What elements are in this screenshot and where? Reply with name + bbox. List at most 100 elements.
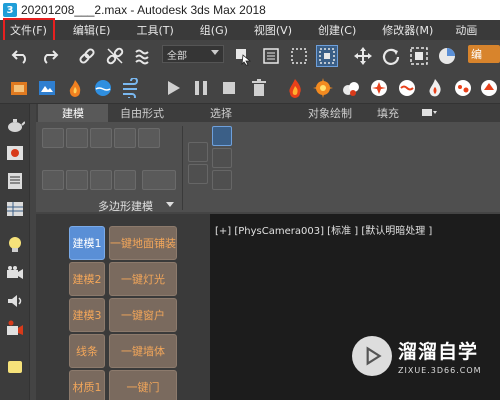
watermark-url: ZIXUE.3D66.COM	[398, 366, 482, 375]
effect-burst-icon[interactable]	[312, 77, 334, 99]
bind-space-warp-icon[interactable]	[132, 45, 154, 67]
effect-fire-icon[interactable]	[284, 77, 306, 99]
effect-water-icon[interactable]	[396, 77, 418, 99]
water-icon[interactable]	[92, 77, 114, 99]
ribbon-side-2-button[interactable]	[188, 164, 208, 184]
tab-modeling[interactable]: 建模	[38, 104, 108, 122]
plugin-modeling-1-button[interactable]: 建模1	[69, 226, 105, 260]
plugin-modeling-2-button[interactable]: 建模2	[69, 262, 105, 296]
move-icon[interactable]	[352, 45, 374, 67]
tab-freeform[interactable]: 自由形式	[114, 104, 170, 122]
vertex-mode-button[interactable]	[42, 128, 64, 148]
3dsmax-app-icon[interactable]: 3	[3, 3, 17, 17]
menu-group[interactable]: 组(G)	[200, 20, 228, 40]
element-mode-button[interactable]	[138, 128, 160, 148]
chevron-down-icon	[211, 50, 219, 55]
render-setup-icon[interactable]	[8, 77, 30, 99]
rect-region-icon[interactable]	[288, 45, 310, 67]
menu-tools[interactable]: 工具(T)	[136, 20, 173, 40]
rotate-icon[interactable]	[380, 45, 402, 67]
selection-filter-dropdown[interactable]: 全部	[162, 45, 224, 63]
ribbon-tool-5-button[interactable]	[142, 170, 176, 190]
undo-icon[interactable]	[10, 45, 32, 67]
watermark-logo-icon	[352, 336, 392, 376]
plugin-window-button[interactable]: 一键窗户	[109, 298, 177, 332]
wind-icon[interactable]	[120, 77, 142, 99]
tab-object-paint[interactable]: 对象绘制	[298, 104, 362, 122]
edit-named-selection-button[interactable]: 编	[468, 45, 500, 63]
effect-flame-icon[interactable]	[424, 77, 446, 99]
ribbon-tool-2-button[interactable]	[66, 170, 88, 190]
light-bulb-icon[interactable]	[4, 234, 26, 256]
chevron-down-icon	[166, 202, 174, 207]
watermark: 溜溜自学 ZIXUE.3D66.COM	[352, 322, 497, 390]
ribbon-side-1-button[interactable]	[188, 142, 208, 162]
effect-extra-icon[interactable]	[478, 77, 500, 99]
menu-views[interactable]: 视图(V)	[254, 20, 292, 40]
file-menu-highlight-box	[3, 18, 55, 42]
stop-icon[interactable]	[218, 77, 240, 99]
redo-icon[interactable]	[38, 45, 60, 67]
selection-filter-value: 全部	[167, 50, 187, 62]
ribbon-side-active-button[interactable]	[212, 126, 232, 146]
plugin-material-1-button[interactable]: 材质1	[69, 370, 105, 400]
plugin-lighting-button[interactable]: 一键灯光	[109, 262, 177, 296]
title-bar: 3 20201208___2.max - Autodesk 3ds Max 20…	[0, 0, 500, 20]
menu-modifiers[interactable]: 修改器(M)	[382, 20, 433, 40]
render-frame-icon[interactable]	[4, 142, 26, 164]
plugin-wall-button[interactable]: 一键墙体	[109, 334, 177, 368]
effect-dust-icon[interactable]	[452, 77, 474, 99]
grid-panel-icon[interactable]	[4, 198, 26, 220]
plugin-door-button[interactable]: 一键门	[109, 370, 177, 400]
ribbon-group-label[interactable]: 多边形建模	[98, 198, 153, 214]
ribbon-side-3-button[interactable]	[212, 148, 232, 168]
app-window: 3 20201208___2.max - Autodesk 3ds Max 20…	[0, 0, 500, 400]
command-panel-strip	[0, 104, 30, 400]
ribbon-body: 多边形建模	[36, 122, 500, 214]
viewport-label[interactable]: [+] [PhysCamera003] [标准 ] [默认明暗处理 ]	[215, 222, 432, 237]
menu-create[interactable]: 创建(C)	[318, 20, 356, 40]
camera-icon[interactable]	[4, 262, 26, 284]
tab-selection[interactable]: 选择	[196, 104, 246, 122]
watermark-name: 溜溜自学	[398, 341, 479, 363]
menu-edit[interactable]: 编辑(E)	[73, 20, 111, 40]
ribbon-options-button[interactable]	[414, 104, 444, 122]
ribbon-divider	[182, 126, 183, 210]
ribbon-side-4-button[interactable]	[212, 170, 232, 190]
play-icon[interactable]	[162, 77, 184, 99]
link-icon[interactable]	[76, 45, 98, 67]
teapot-icon[interactable]	[4, 114, 26, 136]
video-camera-icon[interactable]	[4, 318, 26, 340]
effect-smoke-icon[interactable]	[340, 77, 362, 99]
plugin-panel: 建模1 一键地面铺装 建模2 一键灯光 建模3 一键窗户 线条 一键墙体 材质1…	[36, 214, 210, 400]
window-crossing-icon[interactable]	[316, 45, 338, 67]
ribbon-tool-1-button[interactable]	[42, 170, 64, 190]
speaker-icon[interactable]	[4, 290, 26, 312]
unlink-icon[interactable]	[104, 45, 126, 67]
select-by-name-icon[interactable]	[260, 45, 282, 67]
ribbon-tool-4-button[interactable]	[114, 170, 136, 190]
ribbon-tab-strip: 建模 自由形式 选择 对象绘制 填充	[36, 104, 500, 122]
border-mode-button[interactable]	[90, 128, 112, 148]
list-panel-icon[interactable]	[4, 170, 26, 192]
fire-icon[interactable]	[64, 77, 86, 99]
trash-icon[interactable]	[248, 77, 270, 99]
material-editor-icon[interactable]	[36, 77, 58, 99]
ribbon-tool-3-button[interactable]	[90, 170, 112, 190]
window-title: 20201208___2.max - Autodesk 3ds Max 2018	[21, 3, 266, 17]
edge-mode-button[interactable]	[66, 128, 88, 148]
effect-spark-icon[interactable]	[368, 77, 390, 99]
ribbon-panel: 建模 自由形式 选择 对象绘制 填充 多边形建模	[36, 104, 500, 214]
plugin-lines-button[interactable]: 线条	[69, 334, 105, 368]
watermark-text: 溜溜自学 ZIXUE.3D66.COM	[398, 337, 482, 375]
note-icon[interactable]	[4, 356, 26, 378]
snap-icon[interactable]	[436, 45, 458, 67]
plugin-modeling-3-button[interactable]: 建模3	[69, 298, 105, 332]
pause-icon[interactable]	[190, 77, 212, 99]
plugin-floor-tiling-button[interactable]: 一键地面铺装	[109, 226, 177, 260]
select-object-icon[interactable]	[232, 45, 254, 67]
scale-icon[interactable]	[408, 45, 430, 67]
menu-animation[interactable]: 动画	[455, 20, 477, 40]
tab-populate[interactable]: 填充	[368, 104, 408, 122]
polygon-mode-button[interactable]	[114, 128, 136, 148]
